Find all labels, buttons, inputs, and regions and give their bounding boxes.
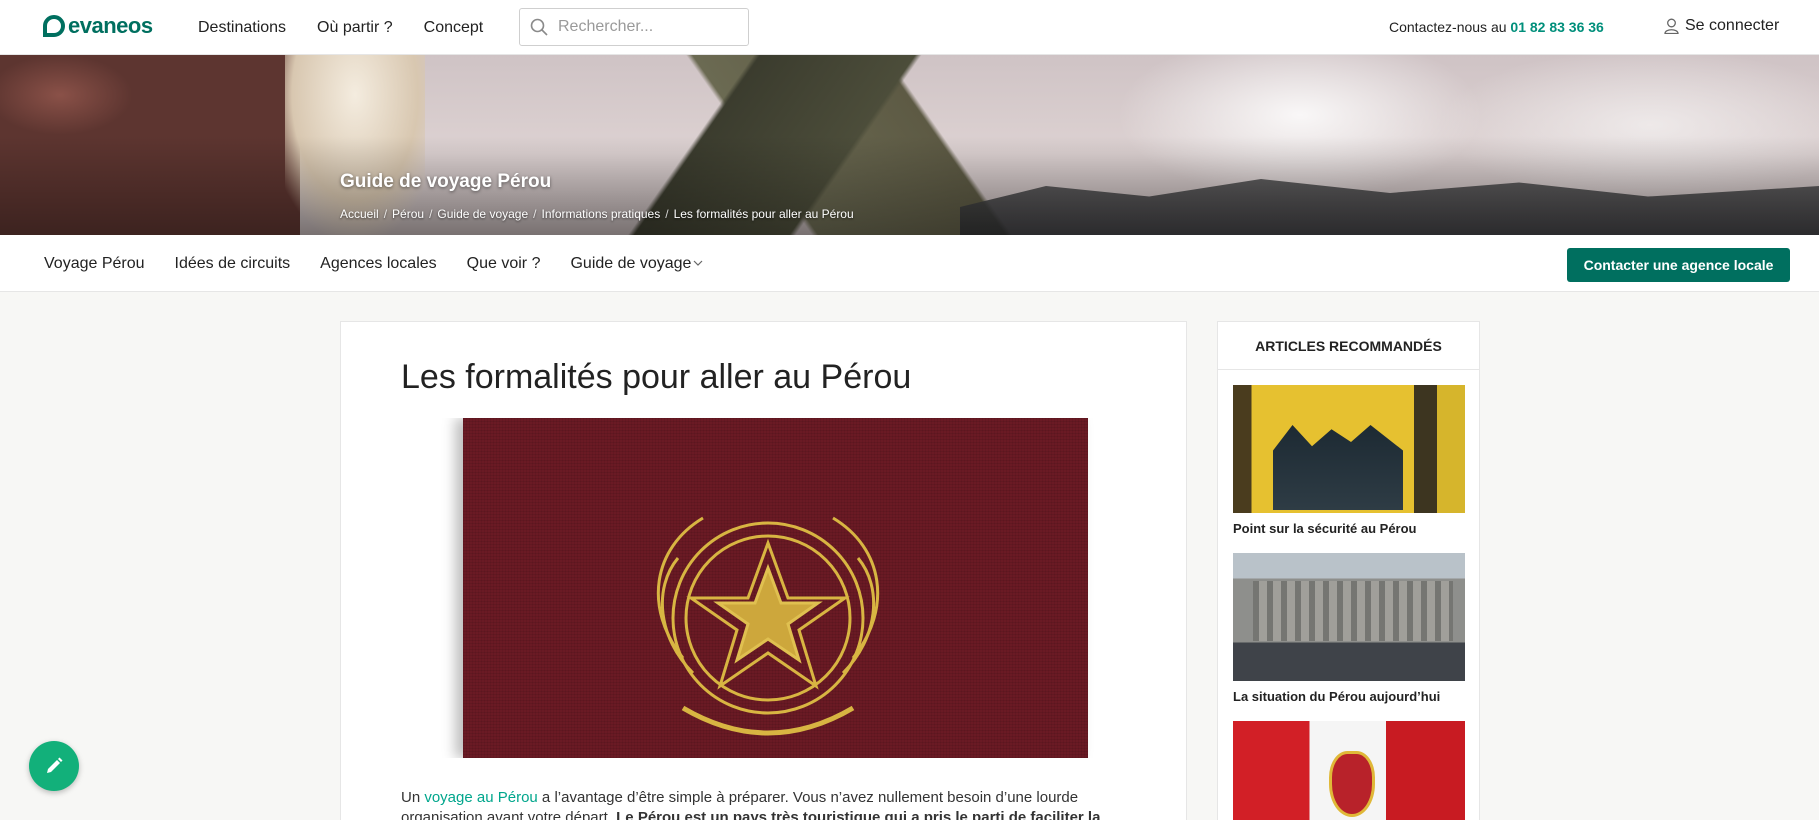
passport-image [423,418,1103,758]
contact-phone-line: Contactez-nous au 01 82 83 36 36 [1389,19,1604,35]
article-card: Les formalités pour aller au Pérou Un vo… [340,321,1187,820]
chevron-down-icon [694,260,703,266]
phone-link[interactable]: 01 82 83 36 36 [1510,19,1603,35]
destination-subnav: Voyage Pérou Idées de circuits Agences l… [0,235,1819,292]
article-intro: Un voyage au Pérou a l’avantage d’être s… [401,788,1131,820]
recommended-item[interactable] [1233,721,1465,820]
intro-text-bold: Le Pérou est un pays très touristique qu… [616,809,1101,820]
contact-prefix: Contactez-nous au [1389,19,1507,35]
emblem-icon [656,516,880,736]
breadcrumb: Accueil / Pérou / Guide de voyage / Informa… [340,207,854,221]
evaneos-logo[interactable]: evaneos [43,12,153,40]
recommended-caption[interactable]: La situation du Pérou aujourd’hui [1233,689,1465,704]
logo-mark-icon [43,15,65,37]
recommended-caption[interactable]: Point sur la sécurité au Pérou [1233,521,1465,536]
top-header: evaneos Destinations Où partir ? Concept… [0,0,1819,55]
recommended-thumbnail[interactable] [1233,553,1465,681]
subnav-agences-locales[interactable]: Agences locales [320,255,437,273]
recommended-thumbnail[interactable] [1233,385,1465,513]
subnav-idees-circuits[interactable]: Idées de circuits [175,255,291,273]
hero-banner: Guide de voyage Pérou Accueil / Pérou / Gu… [0,55,1819,235]
voyage-perou-link[interactable]: voyage au Pérou [424,789,537,806]
logo-text: evaneos [68,13,153,38]
search-icon [530,18,548,36]
nav-ou-partir[interactable]: Où partir ? [317,19,393,37]
recommended-item[interactable]: Point sur la sécurité au Pérou [1233,385,1465,536]
article-title: Les formalités pour aller au Pérou [401,358,912,396]
user-icon [1664,18,1679,34]
nav-concept[interactable]: Concept [424,19,484,37]
hero-title: Guide de voyage Pérou [340,171,552,192]
recommended-thumbnail[interactable] [1233,721,1465,820]
breadcrumb-current: Les formalités pour aller au Pérou [673,207,854,221]
intro-text-start: Un [401,789,425,806]
login-link[interactable]: Se connecter [1664,17,1779,35]
breadcrumb-accueil[interactable]: Accueil [340,207,379,221]
hero-overlay [0,55,1819,235]
pencil-icon [47,757,63,773]
login-label: Se connecter [1685,17,1780,34]
breadcrumb-infos-pratiques[interactable]: Informations pratiques [541,207,660,221]
subnav-guide-label: Guide de voyage [570,254,692,272]
nav-destinations[interactable]: Destinations [198,19,286,37]
search-box[interactable] [519,8,749,46]
subnav-que-voir[interactable]: Que voir ? [467,255,541,273]
contact-agency-button[interactable]: Contacter une agence locale [1567,248,1790,282]
main-nav: Destinations Où partir ? Concept [198,0,514,55]
recommended-item[interactable]: La situation du Pérou aujourd’hui [1233,553,1465,704]
subnav-voyage-perou[interactable]: Voyage Pérou [44,255,145,273]
breadcrumb-perou[interactable]: Pérou [392,207,424,221]
search-input[interactable] [558,18,728,36]
recommended-articles: ARTICLES RECOMMANDÉS Point sur la sécuri… [1217,321,1480,820]
recommended-heading: ARTICLES RECOMMANDÉS [1218,322,1479,370]
breadcrumb-guide[interactable]: Guide de voyage [437,207,528,221]
subnav-guide-voyage[interactable]: Guide de voyage [570,255,703,273]
edit-fab-button[interactable] [29,741,79,791]
